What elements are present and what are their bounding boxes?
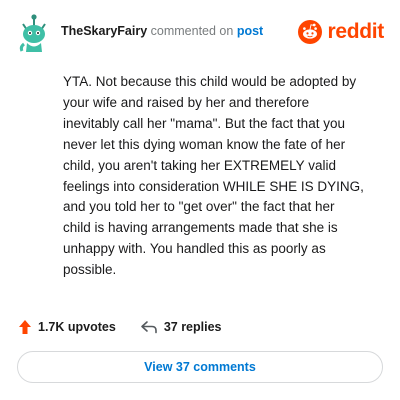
comment-actions: 1.7K upvotes 37 replies bbox=[18, 318, 222, 336]
comment-card: TheSkaryFairy commented on post reddit Y… bbox=[0, 0, 400, 400]
comment-header: TheSkaryFairy commented on post reddit bbox=[16, 14, 384, 54]
reply-count: 37 replies bbox=[163, 320, 222, 334]
upvote-arrow-icon[interactable] bbox=[18, 319, 32, 335]
reddit-brand[interactable]: reddit bbox=[298, 19, 384, 45]
username[interactable]: TheSkaryFairy bbox=[61, 24, 147, 38]
comment-body: YTA. Not because this child would be ado… bbox=[63, 74, 364, 278]
snoo-avatar-icon[interactable] bbox=[16, 14, 52, 52]
upvote-action[interactable]: 1.7K upvotes bbox=[18, 319, 116, 335]
reddit-wordmark: reddit bbox=[327, 20, 384, 43]
reply-action[interactable]: 37 replies bbox=[140, 320, 222, 334]
post-link[interactable]: post bbox=[237, 24, 263, 38]
reply-icon[interactable] bbox=[140, 320, 158, 334]
reddit-logo-icon bbox=[298, 20, 323, 44]
action-text: commented on bbox=[150, 24, 234, 38]
view-comments-button[interactable]: View 37 comments bbox=[17, 351, 383, 383]
upvote-count: 1.7K upvotes bbox=[38, 320, 116, 334]
comment-meta: TheSkaryFairy commented on post bbox=[61, 24, 263, 38]
